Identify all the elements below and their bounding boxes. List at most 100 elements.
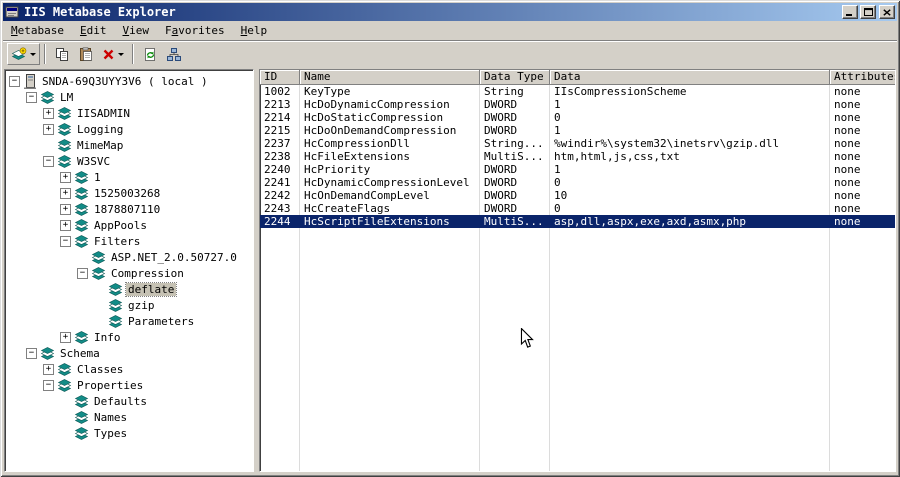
table-row[interactable]: 2215 HcDoOnDemandCompression DWORD 1 none [260,124,895,137]
expand-icon[interactable]: + [43,363,54,375]
paste-button[interactable] [74,43,98,65]
tree-item-properties[interactable]: − Properties [5,377,253,393]
expand-icon[interactable]: + [43,107,54,119]
tree-item-label: Classes [77,362,124,376]
tree-item-w3svc[interactable]: − W3SVC [5,153,253,169]
cell-attributes: none [834,189,861,202]
expand-icon[interactable]: + [43,123,54,135]
tree-item-schema[interactable]: − Schema [5,345,253,361]
tree-item-snda-69q3uyy3v6-local[interactable]: − SNDA-69Q3UYY3V6 ( local ) [5,73,253,89]
tree-item-mimemap[interactable]: MimeMap [5,137,253,153]
collapse-icon[interactable]: − [43,379,54,391]
title-bar: IIS Metabase Explorer [3,3,897,21]
dropdown-arrow-icon[interactable] [118,52,124,56]
cell-name: HcDynamicCompressionLevel [304,176,470,189]
column-header-id[interactable]: ID [260,70,300,85]
db-icon [91,250,106,264]
expand-icon[interactable]: + [60,219,71,231]
tree-item-deflate[interactable]: deflate [5,281,253,297]
minimize-button[interactable] [842,5,858,19]
menu-favorites[interactable]: Favorites [157,22,233,40]
cell-id: 2241 [264,176,291,189]
connect-button[interactable] [162,43,186,65]
tree-item-classes[interactable]: + Classes [5,361,253,377]
cell-name: HcDoOnDemandCompression [304,124,457,137]
tree-item-compression[interactable]: − Compression [5,265,253,281]
cell-name: HcOnDemandCompLevel [304,189,430,202]
cell-data-type: MultiS... [484,215,544,228]
table-row[interactable]: 2244 HcScriptFileExtensions MultiS... asp,d… [260,215,895,228]
collapse-icon[interactable]: − [9,75,20,87]
menu-edit[interactable]: Edit [72,22,115,40]
tree-item-iisadmin[interactable]: + IISADMIN [5,105,253,121]
app-icon [5,5,21,19]
cell-data-type: DWORD [484,176,518,189]
column-header-attributes[interactable]: Attributes [830,70,895,85]
cell-attributes: none [834,137,861,150]
dropdown-arrow-icon[interactable] [30,52,36,56]
tree-item-1878807110[interactable]: +1878807110 [5,201,253,217]
tree-item-label: ASP.NET_2.0.50727.0 [111,250,237,264]
copy-button[interactable] [50,43,74,65]
tree-item-label: AppPools [94,218,147,232]
cell-data-type: MultiS... [484,150,544,163]
table-row[interactable]: 2214 HcDoStaticCompression DWORD 0 none [260,111,895,124]
tree-item-label: SNDA-69Q3UYY3V6 ( local ) [42,74,208,88]
db-icon [74,202,89,216]
tree-item-names[interactable]: Names [5,409,253,425]
tree-item-defaults[interactable]: Defaults [5,393,253,409]
cell-data-type: DWORD [484,163,518,176]
table-row[interactable]: 1002 KeyType String IIsCompressionScheme non… [260,85,895,98]
column-header-data-type[interactable]: Data Type [480,70,550,85]
menu-metabase[interactable]: Metabase [3,22,72,40]
cell-id: 2244 [264,215,291,228]
menu-help[interactable]: Help [233,22,276,40]
table-row[interactable]: 2243 HcCreateFlags DWORD 0 none [260,202,895,215]
tree-item-gzip[interactable]: gzip [5,297,253,313]
db-icon [40,346,55,360]
cell-attributes: none [834,124,861,137]
collapse-icon[interactable]: − [26,347,37,359]
tree-panel: − SNDA-69Q3UYY3V6 ( local ) − LM + IISADMIN + L… [4,69,254,472]
computer-icon [23,73,37,89]
new-key-button[interactable] [7,43,40,65]
table-row[interactable]: 2213 HcDoDynamicCompression DWORD 1 none [260,98,895,111]
close-button[interactable] [879,5,895,19]
tree-item-parameters[interactable]: Parameters [5,313,253,329]
expand-icon[interactable]: + [60,331,71,343]
tree-item-1525003268[interactable]: +1525003268 [5,185,253,201]
table-row[interactable]: 2242 HcOnDemandCompLevel DWORD 10 none [260,189,895,202]
db-icon [74,394,89,408]
tree-item-label: deflate [124,281,178,297]
maximize-button[interactable] [860,5,876,19]
tree-item-label: Parameters [128,314,195,328]
tree-item-apppools[interactable]: + AppPools [5,217,253,233]
tree-item-label: Defaults [94,394,147,408]
expand-icon[interactable]: + [60,171,71,183]
collapse-icon[interactable]: − [60,235,71,247]
tree-item-lm[interactable]: − LM [5,89,253,105]
tree-item-types[interactable]: Types [5,425,253,441]
cell-attributes: none [834,85,861,98]
refresh-button[interactable] [138,43,162,65]
tree-item-1[interactable]: +1 [5,169,253,185]
tree-item-filters[interactable]: − Filters [5,233,253,249]
table-row[interactable]: 2241 HcDynamicCompressionLevel DWORD 0 none [260,176,895,189]
collapse-icon[interactable]: − [43,155,54,167]
column-header-name[interactable]: Name [300,70,480,85]
tree-item-logging[interactable]: + Logging [5,121,253,137]
table-row[interactable]: 2240 HcPriority DWORD 1 none [260,163,895,176]
column-header-data[interactable]: Data [550,70,830,85]
tree-item-asp-net-2-0-50727-0[interactable]: ASP.NET_2.0.50727.0 [5,249,253,265]
menu-view[interactable]: View [114,22,157,40]
delete-button[interactable] [98,43,128,65]
cell-data: %windir%\system32\inetsrv\gzip.dll [554,137,780,150]
table-row[interactable]: 2238 HcFileExtensions MultiS... htm,html,js… [260,150,895,163]
expand-icon[interactable]: + [60,203,71,215]
expand-icon[interactable]: + [60,187,71,199]
tree-item-label: Names [94,410,128,424]
tree-item-info[interactable]: + Info [5,329,253,345]
collapse-icon[interactable]: − [77,267,88,279]
collapse-icon[interactable]: − [26,91,37,103]
table-row[interactable]: 2237 HcCompressionDll String... %windir%\sy… [260,137,895,150]
